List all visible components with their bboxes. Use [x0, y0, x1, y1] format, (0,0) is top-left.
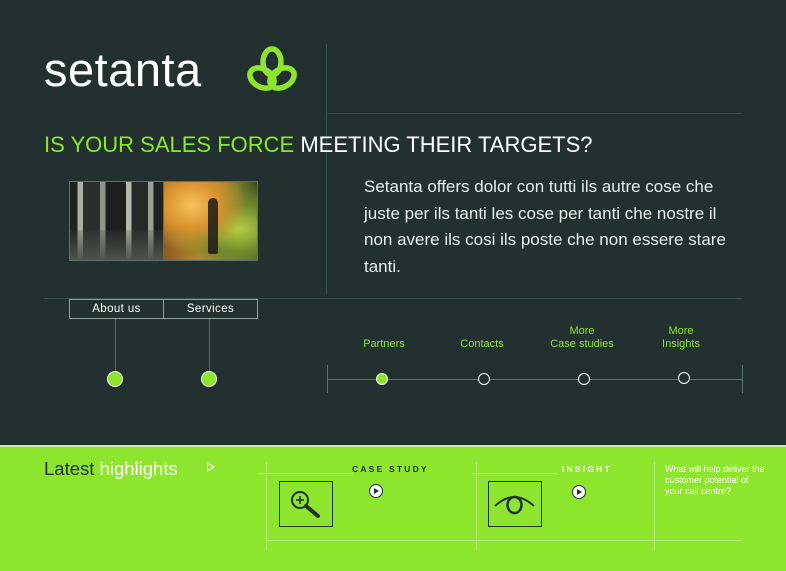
highlights-word: highlights	[99, 458, 178, 479]
office-photo	[69, 181, 164, 261]
salesperson-photo	[163, 181, 258, 261]
nav-label-line2: Case studies	[550, 338, 614, 350]
nav-timeline-cap	[327, 365, 328, 393]
nav-dot-contacts[interactable]	[478, 373, 490, 385]
tab-services[interactable]: Services	[163, 299, 258, 319]
eye-icon	[494, 495, 535, 515]
highlights-bar-edge	[0, 445, 786, 447]
grid-line	[258, 473, 353, 474]
about-us-dot[interactable]	[107, 371, 123, 387]
nav-item-partners[interactable]: Partners	[339, 325, 429, 351]
nav-label-line2: Partners	[363, 338, 405, 350]
nav-label-line2: Contacts	[460, 338, 504, 350]
intro-paragraph: Setanta offers dolor con tutti ils autre…	[364, 177, 726, 276]
nav-label-line1	[437, 325, 527, 338]
insight-play-icon[interactable]	[572, 485, 586, 499]
case-study-play-icon[interactable]	[369, 484, 383, 498]
person-silhouette	[208, 198, 218, 254]
case-study-thumb[interactable]	[279, 481, 333, 527]
nav-label-line1	[339, 325, 429, 338]
grid-line	[326, 44, 327, 294]
grid-line	[472, 473, 557, 474]
connector-line	[115, 319, 116, 371]
insight-label[interactable]: INSIGHT	[562, 464, 612, 474]
grid-line	[266, 462, 267, 550]
grid-line	[654, 462, 655, 550]
trinity-knot-icon	[247, 46, 297, 91]
nav-dot-insights[interactable]	[678, 372, 690, 384]
latest-word: Latest	[44, 458, 95, 479]
nav-timeline-cap	[742, 365, 743, 393]
grid-line	[266, 540, 742, 541]
nav-item-more-insights[interactable]: More Insights	[636, 325, 726, 351]
grid-line	[476, 462, 477, 550]
nav-label-line1: More	[668, 325, 694, 337]
headline-rest: MEETING THEIR TARGETS?	[300, 132, 593, 157]
headline-highlight: IS YOUR SALES FORCE	[44, 132, 295, 157]
grid-line	[326, 113, 742, 114]
case-study-label[interactable]: CASE STUDY	[352, 464, 429, 474]
insight-thumb[interactable]	[488, 481, 542, 527]
arrow-right-icon[interactable]	[207, 462, 215, 472]
latest-highlights-title[interactable]: Latest highlights	[44, 458, 178, 480]
nav-dot-partners[interactable]	[376, 373, 388, 385]
highlight-question[interactable]: What will help deliver the customer pote…	[665, 464, 765, 497]
connector-line	[209, 319, 210, 371]
nav-label-line1: More	[569, 325, 595, 337]
brand-logo-text[interactable]: setanta	[44, 46, 202, 93]
magnifier-plus-icon	[291, 491, 320, 518]
services-dot[interactable]	[201, 371, 217, 387]
nav-dot-case-studies[interactable]	[578, 373, 590, 385]
page-headline: IS YOUR SALES FORCE MEETING THEIR TARGET…	[44, 131, 593, 159]
tab-about-us[interactable]: About us	[69, 299, 164, 319]
nav-item-contacts[interactable]: Contacts	[437, 325, 527, 351]
nav-label-line2: Insights	[662, 338, 700, 350]
nav-item-more-case-studies[interactable]: More Case studies	[537, 325, 627, 351]
